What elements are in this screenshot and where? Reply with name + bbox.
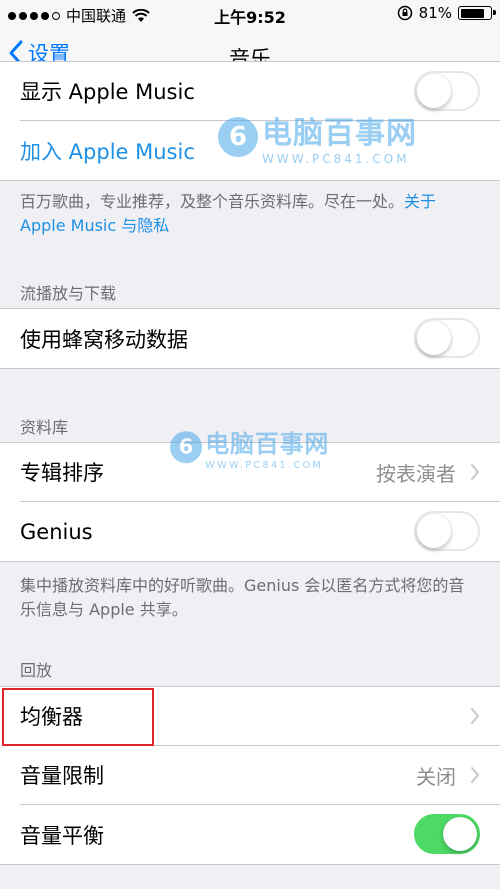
- equalizer-label: 均衡器: [20, 705, 83, 729]
- volume-limit-label: 音量限制: [20, 764, 104, 788]
- show-apple-music-toggle[interactable]: [414, 71, 480, 111]
- sound-check-row: 音量平衡: [20, 805, 500, 864]
- battery-percent: 81%: [418, 4, 452, 22]
- streaming-section-header: 流播放与下载: [20, 284, 117, 303]
- chevron-right-icon: [471, 708, 479, 724]
- playback-group: 均衡器 音量限制 关闭 音量平衡: [0, 686, 500, 865]
- cellular-data-row: 使用蜂窝移动数据: [20, 309, 500, 368]
- show-apple-music-label: 显示 Apple Music: [20, 80, 195, 104]
- album-sort-row[interactable]: 专辑排序 按表演者: [20, 443, 500, 502]
- equalizer-row[interactable]: 均衡器: [20, 687, 500, 746]
- genius-row: Genius: [20, 502, 500, 561]
- toggle-knob: [417, 321, 451, 355]
- apple-music-group: 显示 Apple Music 加入 Apple Music: [0, 61, 500, 181]
- battery-icon: [458, 6, 496, 20]
- genius-toggle[interactable]: [414, 511, 480, 551]
- album-sort-label: 专辑排序: [20, 461, 104, 485]
- library-section-header: 资料库: [20, 418, 69, 437]
- cellular-data-toggle[interactable]: [414, 318, 480, 358]
- join-apple-music-row[interactable]: 加入 Apple Music: [20, 121, 500, 180]
- toggle-knob: [417, 74, 451, 108]
- toggle-knob: [417, 514, 451, 548]
- volume-limit-row[interactable]: 音量限制 关闭: [20, 746, 500, 805]
- apple-music-footer-text: 百万歌曲，专业推荐，及整个音乐资料库。尽在一处。: [20, 192, 405, 211]
- apple-music-footer: 百万歌曲，专业推荐，及整个音乐资料库。尽在一处。关于 Apple Music 与…: [20, 190, 480, 238]
- album-sort-value: 按表演者: [376, 461, 456, 486]
- toggle-knob: [443, 817, 477, 851]
- volume-limit-value: 关闭: [416, 764, 456, 789]
- cellular-data-label: 使用蜂窝移动数据: [20, 327, 188, 352]
- genius-label: Genius: [20, 519, 93, 544]
- rotation-lock-icon: [397, 5, 412, 21]
- library-group: 专辑排序 按表演者 Genius: [0, 442, 500, 562]
- show-apple-music-row: 显示 Apple Music: [20, 62, 500, 121]
- chevron-right-icon: [471, 767, 479, 783]
- status-bar: 中国联通 上午9:52 81%: [0, 0, 500, 28]
- status-right: 81%: [397, 4, 496, 22]
- playback-section-header: 回放: [20, 661, 53, 680]
- streaming-group: 使用蜂窝移动数据: [0, 308, 500, 369]
- chevron-right-icon: [471, 464, 479, 480]
- sound-check-toggle[interactable]: [414, 814, 480, 854]
- sound-check-label: 音量平衡: [20, 823, 104, 848]
- join-apple-music-link[interactable]: 加入 Apple Music: [20, 136, 195, 166]
- library-footer: 集中播放资料库中的好听歌曲。Genius 会以匿名方式将您的音乐信息与 Appl…: [20, 576, 465, 619]
